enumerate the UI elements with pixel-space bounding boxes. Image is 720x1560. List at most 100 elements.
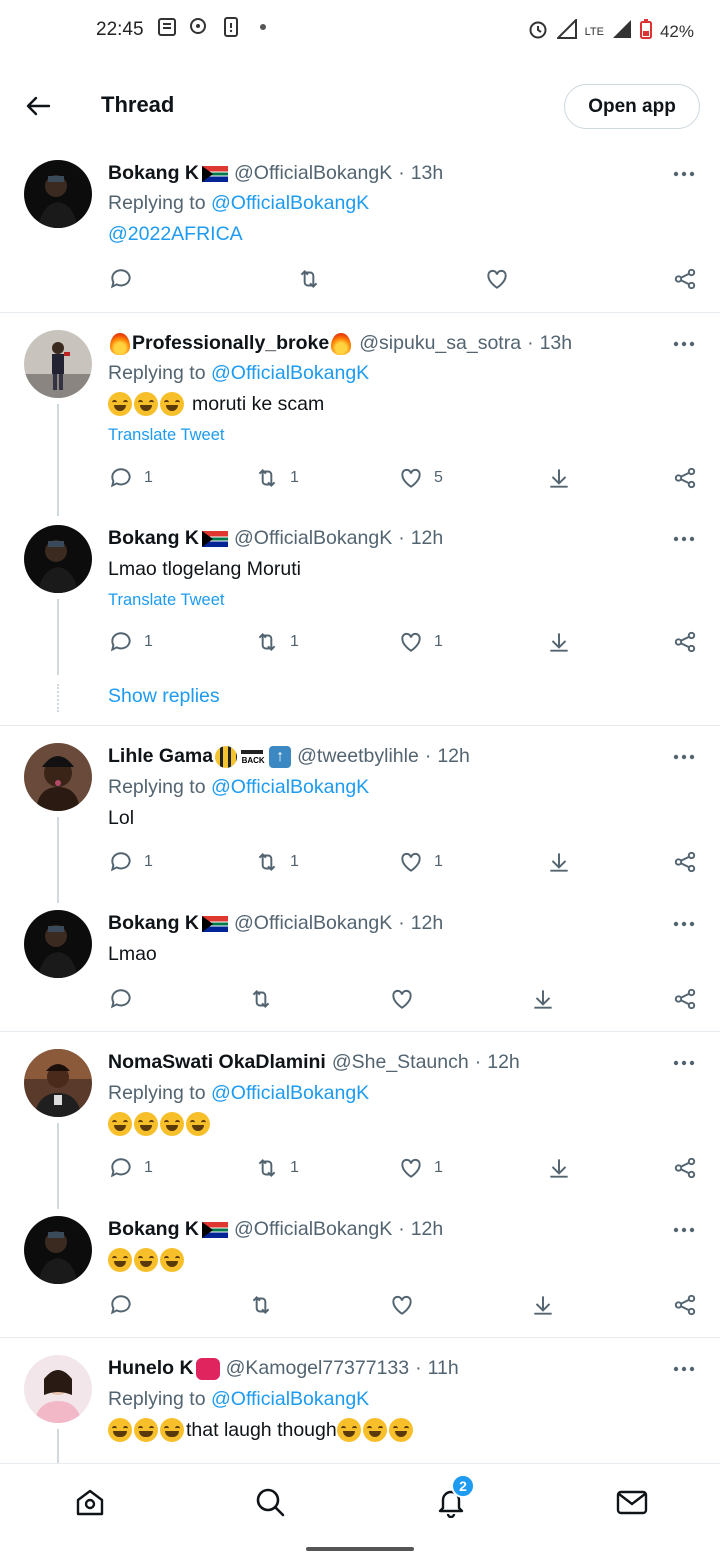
like-button[interactable]: 1 bbox=[398, 629, 443, 655]
display-name[interactable]: Lihle Gama bbox=[108, 745, 213, 768]
share-button[interactable] bbox=[672, 266, 698, 292]
handle[interactable]: @She_Staunch bbox=[332, 1051, 469, 1074]
more-options-icon[interactable] bbox=[672, 162, 696, 186]
avatar[interactable] bbox=[24, 1216, 92, 1284]
handle[interactable]: @OfficialBokangK bbox=[234, 527, 392, 550]
open-app-button[interactable]: Open app bbox=[564, 84, 700, 129]
retweet-button[interactable]: 1 bbox=[254, 1155, 299, 1181]
timestamp[interactable]: 12h bbox=[411, 527, 444, 550]
like-button[interactable]: 5 bbox=[398, 465, 443, 491]
handle[interactable]: @OfficialBokangK bbox=[234, 912, 392, 935]
reply-button[interactable] bbox=[108, 266, 134, 292]
more-options-icon[interactable] bbox=[672, 332, 696, 356]
back-button[interactable] bbox=[20, 88, 56, 124]
replying-to-link[interactable]: @OfficialBokangK bbox=[211, 362, 369, 384]
more-options-icon[interactable] bbox=[672, 1357, 696, 1381]
download-button[interactable] bbox=[546, 465, 572, 491]
tweet-text[interactable]: @2022AFRICA bbox=[108, 223, 243, 246]
timestamp[interactable]: 12h bbox=[411, 1218, 444, 1241]
tweet[interactable]: Professionally_broke @sipuku_sa_sotra · … bbox=[0, 320, 720, 516]
tweet-text[interactable]: Lmao tlogelang Moruti bbox=[108, 558, 301, 581]
messages-tab[interactable] bbox=[612, 1482, 652, 1522]
avatar[interactable] bbox=[24, 743, 92, 811]
more-options-icon[interactable] bbox=[672, 1051, 696, 1075]
search-tab[interactable] bbox=[250, 1482, 290, 1522]
retweet-button[interactable] bbox=[248, 1292, 274, 1318]
handle[interactable]: @tweetbylihle bbox=[297, 745, 419, 768]
display-name[interactable]: Bokang K bbox=[108, 1218, 199, 1241]
tweet[interactable]: NomaSwati OkaDlamini @She_Staunch · 12h … bbox=[0, 1039, 720, 1209]
handle[interactable]: @sipuku_sa_sotra bbox=[359, 332, 521, 355]
share-button[interactable] bbox=[672, 986, 698, 1012]
avatar[interactable] bbox=[24, 910, 92, 978]
timestamp[interactable]: 11h bbox=[428, 1357, 459, 1380]
like-button[interactable]: 1 bbox=[398, 1155, 443, 1181]
reply-button[interactable] bbox=[108, 1292, 134, 1318]
tweet-text[interactable]: Lmao bbox=[108, 943, 157, 966]
translate-tweet-link[interactable]: Translate Tweet bbox=[108, 426, 224, 445]
reply-button[interactable] bbox=[108, 986, 134, 1012]
home-indicator[interactable] bbox=[306, 1547, 414, 1551]
tweet[interactable]: Hunelo K @Kamogel77377133 · 11h Replying… bbox=[0, 1345, 720, 1463]
show-replies-link[interactable]: Show replies bbox=[108, 685, 220, 708]
retweet-button[interactable]: 1 bbox=[254, 465, 299, 491]
more-options-icon[interactable] bbox=[672, 912, 696, 936]
timestamp[interactable]: 13h bbox=[411, 162, 444, 185]
handle[interactable]: @OfficialBokangK bbox=[234, 162, 392, 185]
tweet[interactable]: Bokang K @OfficialBokangK · 12h bbox=[0, 1206, 720, 1336]
share-button[interactable] bbox=[672, 465, 698, 491]
display-name[interactable]: Bokang K bbox=[108, 912, 199, 935]
display-name[interactable]: Professionally_broke bbox=[132, 332, 329, 355]
translate-tweet-link[interactable]: Translate Tweet bbox=[108, 591, 224, 610]
more-options-icon[interactable] bbox=[672, 527, 696, 551]
like-button[interactable] bbox=[389, 1292, 415, 1318]
share-button[interactable] bbox=[672, 629, 698, 655]
share-button[interactable] bbox=[672, 849, 698, 875]
timestamp[interactable]: 12h bbox=[437, 745, 470, 768]
retweet-button[interactable] bbox=[248, 986, 274, 1012]
like-button[interactable]: 1 bbox=[398, 849, 443, 875]
retweet-button[interactable]: 1 bbox=[254, 849, 299, 875]
reply-button[interactable]: 1 bbox=[108, 465, 153, 491]
reply-button[interactable]: 1 bbox=[108, 849, 153, 875]
replying-to-link[interactable]: @OfficialBokangK bbox=[211, 1082, 369, 1104]
replying-to-link[interactable]: @OfficialBokangK bbox=[211, 192, 369, 214]
replying-to-link[interactable]: @OfficialBokangK bbox=[211, 776, 369, 798]
tweet[interactable]: Bokang K @OfficialBokangK · 12h Lmao bbox=[0, 900, 720, 1030]
tweet[interactable]: Lihle Gama BACK ↑ @tweetbylihle · 12h Re… bbox=[0, 733, 720, 903]
handle[interactable]: @OfficialBokangK bbox=[234, 1218, 392, 1241]
download-button[interactable] bbox=[530, 986, 556, 1012]
display-name[interactable]: Hunelo K bbox=[108, 1357, 194, 1380]
avatar[interactable] bbox=[24, 330, 92, 398]
like-button[interactable] bbox=[389, 986, 415, 1012]
display-name[interactable]: Bokang K bbox=[108, 527, 199, 550]
avatar[interactable] bbox=[24, 525, 92, 593]
share-button[interactable] bbox=[672, 1155, 698, 1181]
reply-button[interactable]: 1 bbox=[108, 1155, 153, 1181]
timestamp[interactable]: 12h bbox=[487, 1051, 520, 1074]
download-button[interactable] bbox=[546, 849, 572, 875]
retweet-button[interactable]: 1 bbox=[254, 629, 299, 655]
more-options-icon[interactable] bbox=[672, 745, 696, 769]
display-name[interactable]: NomaSwati OkaDlamini bbox=[108, 1051, 326, 1074]
tweet[interactable]: Bokang K @OfficialBokangK · 12h Lmao tlo… bbox=[0, 515, 720, 675]
tweet-text[interactable]: Lol bbox=[108, 807, 134, 830]
avatar[interactable] bbox=[24, 160, 92, 228]
download-button[interactable] bbox=[546, 629, 572, 655]
reply-button[interactable]: 1 bbox=[108, 629, 153, 655]
more-options-icon[interactable] bbox=[672, 1218, 696, 1242]
share-button[interactable] bbox=[672, 1292, 698, 1318]
handle[interactable]: @Kamogel77377133 bbox=[226, 1357, 410, 1380]
replying-to-link[interactable]: @OfficialBokangK bbox=[211, 1388, 369, 1410]
like-button[interactable] bbox=[484, 266, 510, 292]
retweet-button[interactable] bbox=[296, 266, 322, 292]
timestamp[interactable]: 12h bbox=[411, 912, 444, 935]
avatar[interactable] bbox=[24, 1049, 92, 1117]
home-tab[interactable] bbox=[70, 1482, 110, 1522]
download-button[interactable] bbox=[546, 1155, 572, 1181]
avatar[interactable] bbox=[24, 1355, 92, 1423]
timestamp[interactable]: 13h bbox=[540, 332, 573, 355]
tweet[interactable]: Bokang K @OfficialBokangK · 13h Replying… bbox=[0, 150, 720, 312]
display-name[interactable]: Bokang K bbox=[108, 162, 199, 185]
download-button[interactable] bbox=[530, 1292, 556, 1318]
